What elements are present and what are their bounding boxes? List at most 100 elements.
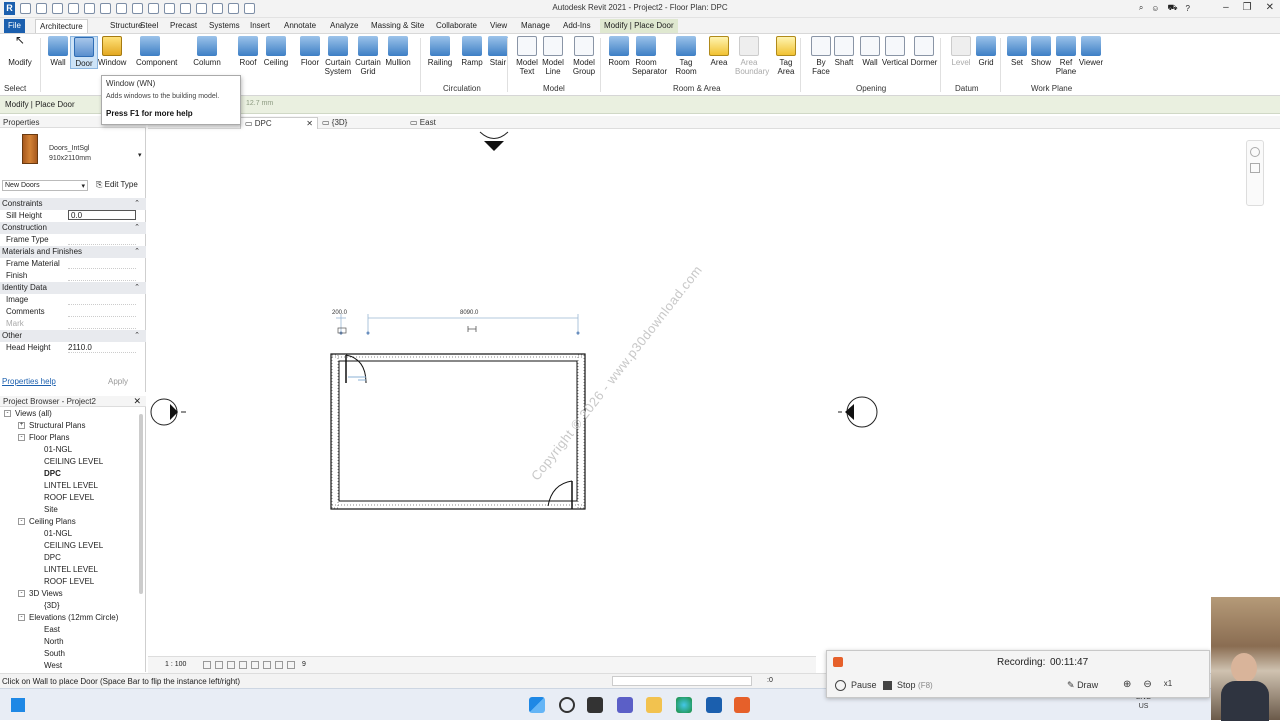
- ribbon-button-column-5[interactable]: Column: [193, 36, 221, 67]
- property-value[interactable]: [68, 294, 136, 305]
- user-icon[interactable]: ☺: [1151, 4, 1159, 13]
- collapse-icon[interactable]: ⌃: [134, 198, 140, 210]
- cart-icon[interactable]: ⛟: [1167, 3, 1177, 13]
- ribbon-tab-architecture[interactable]: Architecture: [35, 19, 88, 33]
- collapse-icon[interactable]: -: [18, 434, 25, 442]
- close-icon[interactable]: ✕: [1266, 2, 1274, 13]
- browser-node[interactable]: North: [44, 636, 64, 648]
- ribbon-button-ceiling-7[interactable]: Ceiling: [262, 36, 290, 67]
- ribbon-button-tag-area-23[interactable]: Tag Area: [772, 36, 800, 76]
- ribbon-button-tag-room-20[interactable]: Tag Room: [672, 36, 700, 76]
- ribbon-button-window-3[interactable]: Window: [98, 36, 126, 67]
- search-icon[interactable]: ⌕: [1139, 3, 1143, 13]
- zoom-icon[interactable]: [1250, 163, 1260, 173]
- property-value[interactable]: [68, 306, 136, 317]
- ribbon-tab-analyze[interactable]: Analyze: [326, 19, 362, 33]
- edge-icon[interactable]: [676, 697, 692, 713]
- property-value[interactable]: 2110.0: [68, 342, 136, 353]
- browser-node[interactable]: Site: [44, 504, 58, 516]
- crop-view-icon[interactable]: [251, 661, 259, 669]
- elevation-marker-east[interactable]: [838, 396, 878, 428]
- ribbon-button-show-32[interactable]: Show: [1027, 36, 1055, 67]
- taskbar-search-icon[interactable]: [559, 697, 575, 713]
- ribbon-button-railing-12[interactable]: Railing: [426, 36, 454, 67]
- property-value[interactable]: [68, 318, 136, 329]
- browser-node[interactable]: 01-NGL: [44, 528, 72, 540]
- view-tab-3d[interactable]: ▭ {3D}: [318, 117, 388, 129]
- show-crop-icon[interactable]: [263, 661, 271, 669]
- sun-path-icon[interactable]: [227, 661, 235, 669]
- browser-node[interactable]: LINTEL LEVEL: [44, 564, 98, 576]
- ribbon-tab-steel[interactable]: Steel: [136, 19, 162, 33]
- ribbon-group-select[interactable]: Select: [4, 84, 26, 93]
- edit-type-button[interactable]: ⎘ Edit Type: [94, 179, 140, 191]
- ribbon-button-curtain-system-9[interactable]: Curtain System: [324, 36, 352, 76]
- shadows-icon[interactable]: [239, 661, 247, 669]
- revit-taskbar-icon[interactable]: [706, 697, 722, 713]
- steering-wheel-icon[interactable]: [1250, 147, 1260, 157]
- workset-field[interactable]: [612, 676, 752, 686]
- browser-node[interactable]: - Views (all): [4, 408, 52, 420]
- ribbon-button-room-separator-19[interactable]: Room Separator: [632, 36, 667, 76]
- collapse-icon[interactable]: ⌃: [134, 222, 140, 234]
- property-value[interactable]: [68, 234, 136, 245]
- start-menu-icon[interactable]: [529, 697, 545, 713]
- selection-filter[interactable]: :0: [767, 677, 773, 684]
- temp-hide-icon[interactable]: [275, 661, 283, 669]
- property-category[interactable]: Construction ⌃: [0, 222, 146, 234]
- collapse-icon[interactable]: ⌃: [134, 246, 140, 258]
- view-tab-close-icon[interactable]: ✕: [306, 118, 313, 129]
- restore-icon[interactable]: ❐: [1243, 2, 1252, 13]
- collapse-icon[interactable]: -: [18, 614, 25, 622]
- windows-start-icon[interactable]: [11, 698, 25, 712]
- draw-button[interactable]: ✎ Draw: [1067, 680, 1098, 691]
- ribbon-button-modify-0[interactable]: ↖ Modify: [6, 34, 34, 67]
- ribbon-button-model-line-16[interactable]: Model Line: [539, 36, 567, 76]
- ribbon-button-level-29[interactable]: Level: [947, 36, 975, 67]
- collapse-icon[interactable]: -: [4, 410, 11, 418]
- browser-node[interactable]: CEILING LEVEL: [44, 540, 103, 552]
- browser-node[interactable]: ROOF LEVEL: [44, 576, 94, 588]
- ribbon-button-mullion-11[interactable]: Mullion: [384, 36, 412, 67]
- wall-outline[interactable]: [330, 353, 586, 510]
- ribbon-button-model-group-17[interactable]: Model Group: [570, 36, 598, 76]
- property-value[interactable]: 0.0: [68, 210, 136, 220]
- property-category[interactable]: Identity Data ⌃: [0, 282, 146, 294]
- ribbon-button-component-4[interactable]: Component: [136, 36, 177, 67]
- expand-icon[interactable]: +: [18, 422, 25, 430]
- ribbon-tab-massing-site[interactable]: Massing & Site: [367, 19, 428, 33]
- ribbon-tab-insert[interactable]: Insert: [246, 19, 274, 33]
- property-value[interactable]: [68, 258, 136, 269]
- ribbon-group-room-area[interactable]: Room & Area: [673, 84, 721, 93]
- apply-button[interactable]: Apply: [108, 377, 128, 386]
- zoom-out-icon[interactable]: ⊖: [1143, 679, 1151, 690]
- view-tab-dpc[interactable]: ▭ DPC ✕: [240, 117, 318, 129]
- ribbon-button-door-2[interactable]: Door: [70, 36, 98, 69]
- ribbon-tab-systems[interactable]: Systems: [205, 19, 244, 33]
- elevation-marker-west[interactable]: [150, 398, 186, 426]
- ribbon-button-area-boundary-22[interactable]: Area Boundary: [735, 36, 769, 76]
- browser-node[interactable]: -3D Views: [18, 588, 63, 600]
- zoom-in-icon[interactable]: ⊕: [1123, 679, 1131, 690]
- ribbon-button-room-18[interactable]: Room: [605, 36, 633, 67]
- visual-style-icon[interactable]: [215, 661, 223, 669]
- ribbon-button-curtain-grid-10[interactable]: Curtain Grid: [354, 36, 382, 76]
- ribbon-button-floor-8[interactable]: Floor: [296, 36, 324, 67]
- view-scale[interactable]: 1 : 100: [165, 661, 186, 668]
- browser-node[interactable]: West: [44, 660, 62, 672]
- browser-node[interactable]: DPC: [44, 552, 61, 564]
- recorder-taskbar-icon[interactable]: [734, 697, 750, 713]
- browser-node[interactable]: - Elevations (12mm Circle): [18, 612, 118, 624]
- property-value[interactable]: [68, 270, 136, 281]
- ribbon-button-viewer-34[interactable]: Viewer: [1077, 36, 1105, 67]
- browser-node[interactable]: LINTEL LEVEL: [44, 480, 98, 492]
- task-view-icon[interactable]: [587, 697, 603, 713]
- collapse-icon[interactable]: ⌃: [134, 330, 140, 342]
- property-category[interactable]: Constraints ⌃: [0, 198, 146, 210]
- pause-button[interactable]: Pause: [835, 680, 877, 692]
- ribbon-button-vertical-27[interactable]: Vertical: [881, 36, 909, 67]
- elevation-marker-north[interactable]: [479, 131, 509, 151]
- browser-node[interactable]: East: [44, 624, 60, 636]
- instance-filter-select[interactable]: New Doors ▾: [2, 180, 88, 191]
- minimize-icon[interactable]: –: [1223, 2, 1229, 13]
